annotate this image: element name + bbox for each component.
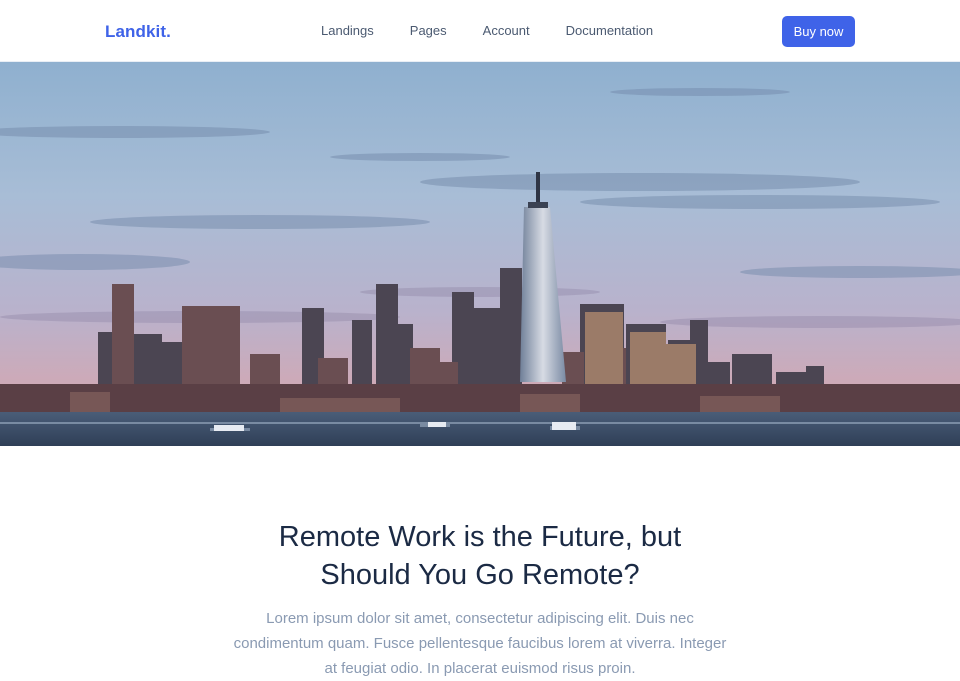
article-intro: Remote Work is the Future, but Should Yo… [0,446,960,677]
article-title-line1: Remote Work is the Future, but [278,521,682,553]
nav-link-account[interactable]: Account [483,23,530,39]
article-lead: Lorem ipsum dolor sit amet, consectetur … [233,610,727,677]
nav-link-pages[interactable]: Pages [410,23,447,39]
navbar: Landkit. Landings Pages Account Document… [0,0,960,62]
article-title: Remote Work is the Future, but Should Yo… [200,518,760,594]
brand-logo[interactable]: Landkit. [105,22,171,42]
article-title-line2: Should You Go Remote? [320,559,640,591]
city-skyline-image [0,62,960,446]
buy-now-button[interactable]: Buy now [782,16,855,47]
nav-link-documentation[interactable]: Documentation [566,23,653,39]
main-nav: Landings Pages Account Documentation [321,23,689,39]
hero-image [0,62,960,446]
nav-link-landings[interactable]: Landings [321,23,374,39]
